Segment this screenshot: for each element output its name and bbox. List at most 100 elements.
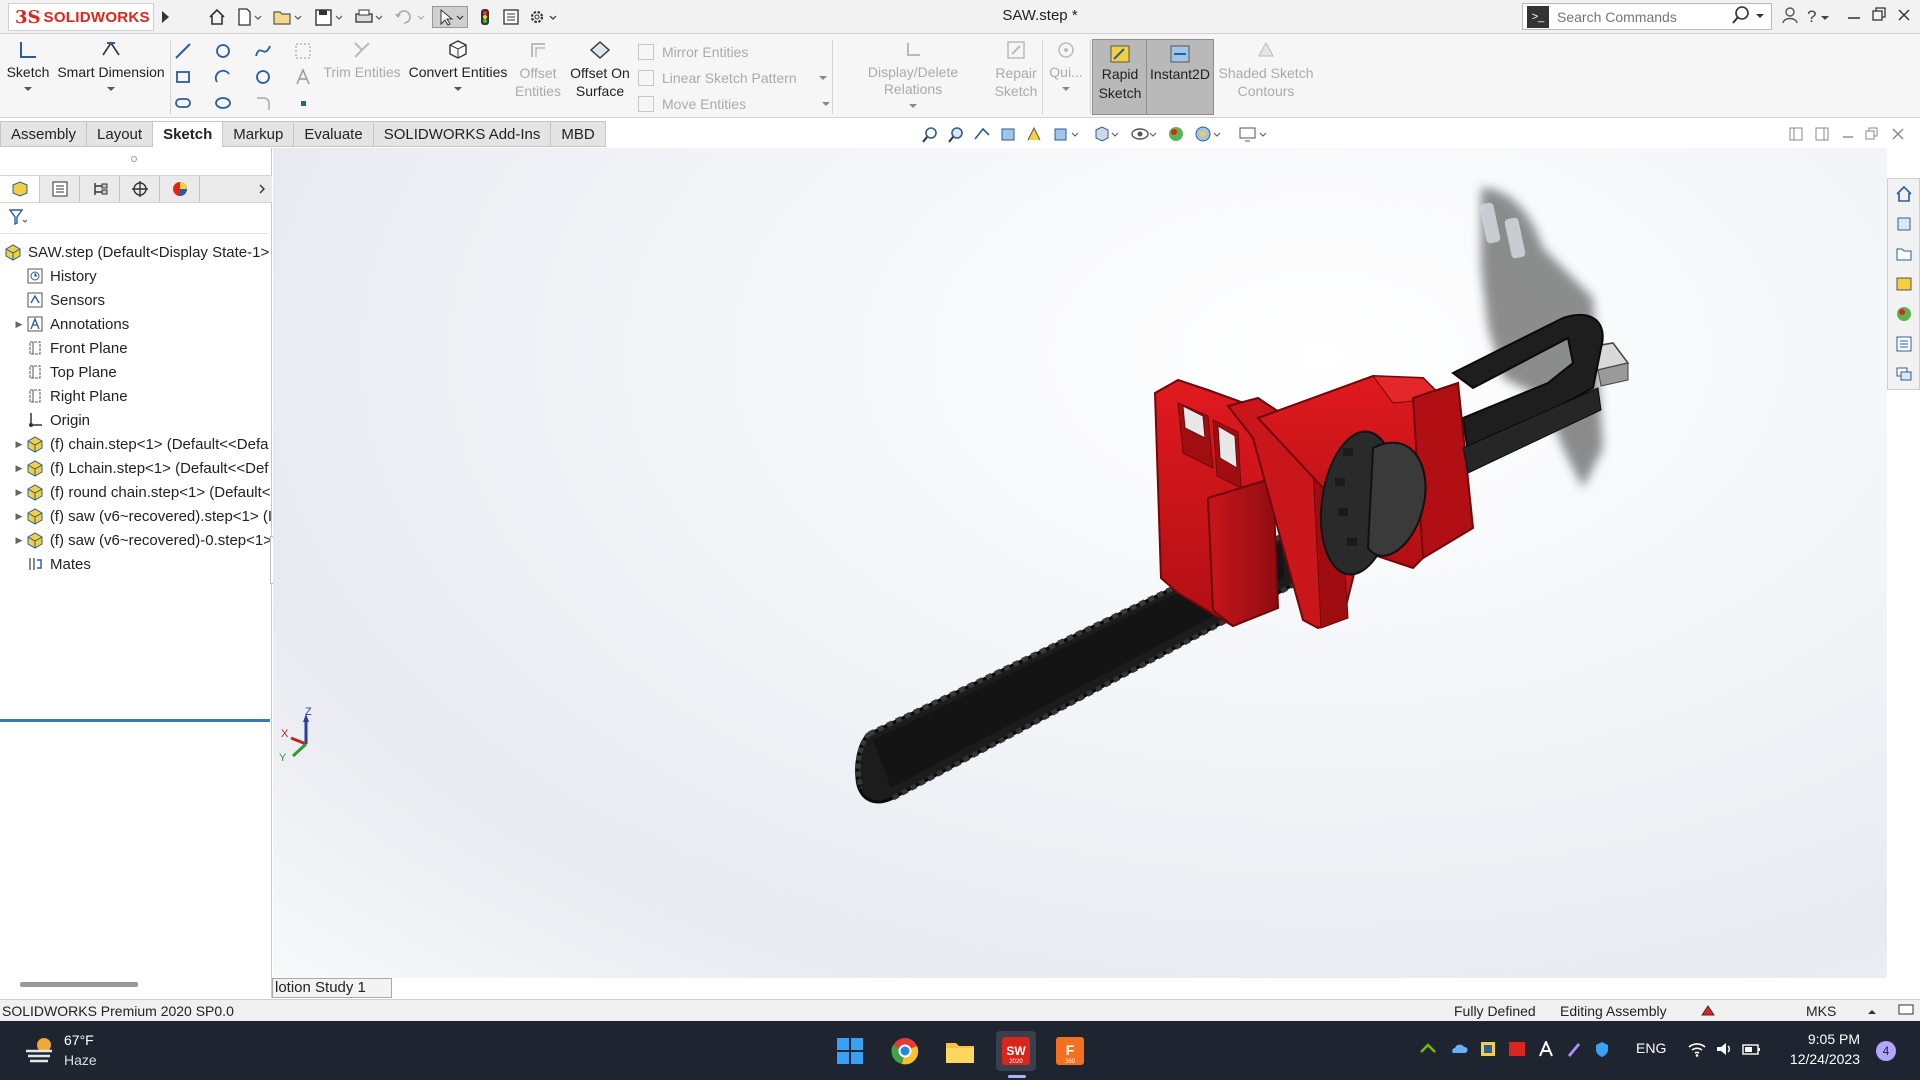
pen-tray-icon[interactable]: [1566, 1041, 1582, 1060]
tree-item-origin[interactable]: Origin: [0, 408, 272, 432]
custom-properties-icon[interactable]: [1888, 329, 1919, 359]
offset-on-surface-button[interactable]: Offset On Surface: [568, 38, 632, 100]
solidworks-resources-home-icon[interactable]: [1888, 179, 1919, 209]
filter-icon[interactable]: [8, 208, 28, 230]
view-palette-icon[interactable]: [1888, 269, 1919, 299]
tree-item-saw-recovered-step[interactable]: ▶ (f) saw (v6~recovered).step<1> (I: [0, 504, 272, 528]
options-gear-icon[interactable]: [526, 6, 560, 28]
tab-markup[interactable]: Markup: [223, 121, 295, 147]
mirror-entities-button[interactable]: Mirror Entities: [638, 44, 748, 60]
unit-menu-arrow-icon[interactable]: [1868, 1003, 1876, 1019]
home-icon[interactable]: [206, 6, 228, 28]
tree-item-top-plane[interactable]: Top Plane: [0, 360, 272, 384]
tree-item-annotations[interactable]: ▶ Annotations: [0, 312, 272, 336]
zoom-to-area-icon[interactable]: [946, 124, 966, 144]
volume-icon[interactable]: [1716, 1041, 1734, 1060]
select-pointer-icon[interactable]: [432, 6, 468, 28]
graphics-area[interactable]: Z X Y: [273, 148, 1887, 978]
unit-system-label[interactable]: MKS: [1806, 1003, 1836, 1019]
fillet-tool-icon[interactable]: [254, 94, 272, 112]
weather-description[interactable]: Haze: [64, 1052, 97, 1068]
slot-tool-icon[interactable]: [174, 94, 192, 112]
tile-right-icon[interactable]: [1812, 124, 1832, 144]
expand-arrow-icon[interactable]: ▶: [12, 535, 26, 546]
ellipse-tool-icon[interactable]: [214, 94, 232, 112]
dimxpert-manager-tab-icon[interactable]: [120, 176, 160, 202]
security-tray-icon[interactable]: [1594, 1041, 1610, 1060]
repair-sketch-button[interactable]: Repair Sketch: [994, 38, 1038, 100]
appearances-scenes-icon[interactable]: [1888, 299, 1919, 329]
weather-haze-icon[interactable]: [24, 1035, 56, 1069]
traffic-light-icon[interactable]: [476, 6, 494, 28]
dynamic-annotation-icon[interactable]: [1024, 124, 1044, 144]
tile-left-icon[interactable]: [1786, 124, 1806, 144]
undo-icon[interactable]: [392, 6, 428, 28]
rapid-sketch-toggle[interactable]: Rapid Sketch: [1092, 39, 1148, 115]
polygon-tool-icon[interactable]: [254, 68, 272, 86]
point-tool-icon[interactable]: [294, 94, 312, 112]
fusion360-taskbar-icon[interactable]: F 360: [1050, 1031, 1090, 1071]
taskbar-date[interactable]: 12/24/2023: [1780, 1051, 1860, 1067]
motion-study-tab[interactable]: lotion Study 1: [272, 978, 392, 998]
panel-tabs-scroll-right-icon[interactable]: [200, 176, 272, 202]
help-icon[interactable]: ?: [1807, 7, 1830, 27]
viewport-minimize-icon[interactable]: [1838, 124, 1858, 144]
instant2d-toggle[interactable]: Instant2D: [1146, 39, 1214, 115]
tab-solidworks-add-ins[interactable]: SOLIDWORKS Add-Ins: [373, 121, 552, 147]
tab-assembly[interactable]: Assembly: [0, 121, 88, 147]
tree-item-front-plane[interactable]: Front Plane: [0, 336, 272, 360]
spline-tool-icon[interactable]: [254, 42, 272, 60]
file-properties-icon[interactable]: [500, 6, 522, 28]
tab-sketch[interactable]: Sketch: [153, 121, 224, 147]
nvidia-tray-icon[interactable]: [1420, 1041, 1436, 1060]
quick-snaps-button[interactable]: Qui...: [1046, 38, 1086, 93]
section-view-icon[interactable]: [998, 124, 1018, 144]
restore-window-icon[interactable]: [1872, 6, 1886, 29]
viewport-close-icon[interactable]: [1888, 124, 1908, 144]
weather-temperature[interactable]: 67°F: [64, 1032, 94, 1048]
tree-rollback-bar[interactable]: [0, 719, 270, 722]
offset-entities-button[interactable]: Offset Entities: [514, 38, 562, 100]
battery-icon[interactable]: [1742, 1041, 1762, 1060]
tree-item-lchain-step[interactable]: ▶ (f) Lchain.step<1> (Default<<Def: [0, 456, 272, 480]
linear-sketch-pattern-button[interactable]: Linear Sketch Pattern: [638, 70, 827, 86]
line-tool-icon[interactable]: [174, 42, 192, 60]
adobe-tray-icon[interactable]: [1538, 1039, 1554, 1060]
wifi-icon[interactable]: [1688, 1041, 1706, 1060]
tab-mbd[interactable]: MBD: [551, 121, 606, 147]
open-folder-icon[interactable]: [270, 6, 304, 28]
input-language[interactable]: ENG: [1636, 1040, 1666, 1056]
windows-start-icon[interactable]: [830, 1031, 870, 1071]
new-document-icon[interactable]: [234, 6, 264, 28]
trim-entities-button[interactable]: Trim Entities: [322, 38, 402, 81]
user-account-icon[interactable]: [1782, 6, 1798, 29]
taskbar-clock[interactable]: 9:05 PM: [1780, 1031, 1860, 1047]
expand-arrow-icon[interactable]: ▶: [12, 487, 26, 498]
tree-item-chain-step[interactable]: ▶ (f) chain.step<1> (Default<<Defa: [0, 432, 272, 456]
edit-appearance-icon[interactable]: [1166, 124, 1186, 144]
convert-entities-button[interactable]: Convert Entities: [406, 38, 510, 93]
file-explorer-icon[interactable]: [1888, 239, 1919, 269]
sketch-button[interactable]: Sketch: [7, 38, 49, 93]
tab-layout[interactable]: Layout: [87, 121, 154, 147]
file-explorer-taskbar-icon[interactable]: [940, 1031, 980, 1071]
circle-tool-icon[interactable]: [214, 42, 232, 60]
solidworks-tray-icon[interactable]: [1508, 1041, 1526, 1060]
horizontal-scrollbar[interactable]: [20, 982, 138, 987]
notification-count-badge[interactable]: 4: [1876, 1041, 1896, 1061]
search-input[interactable]: [1557, 8, 1727, 25]
print-icon[interactable]: [352, 6, 386, 28]
onedrive-tray-icon[interactable]: [1450, 1041, 1468, 1058]
hide-show-items-icon[interactable]: [1128, 124, 1162, 144]
smart-dimension-button[interactable]: Smart Dimension: [56, 38, 166, 93]
property-manager-tab-icon[interactable]: [40, 176, 80, 202]
previous-view-icon[interactable]: [972, 124, 992, 144]
close-window-icon[interactable]: [1897, 6, 1911, 29]
chainsaw-model[interactable]: [273, 148, 1887, 978]
move-entities-button[interactable]: Move Entities: [638, 96, 831, 112]
tree-item-right-plane[interactable]: Right Plane: [0, 384, 272, 408]
search-commands-box[interactable]: >_: [1522, 3, 1772, 30]
expand-arrow-icon[interactable]: ▶: [12, 463, 26, 474]
tree-item-round-chain-step[interactable]: ▶ (f) round chain.step<1> (Default<: [0, 480, 272, 504]
apply-scene-icon[interactable]: [1192, 124, 1226, 144]
